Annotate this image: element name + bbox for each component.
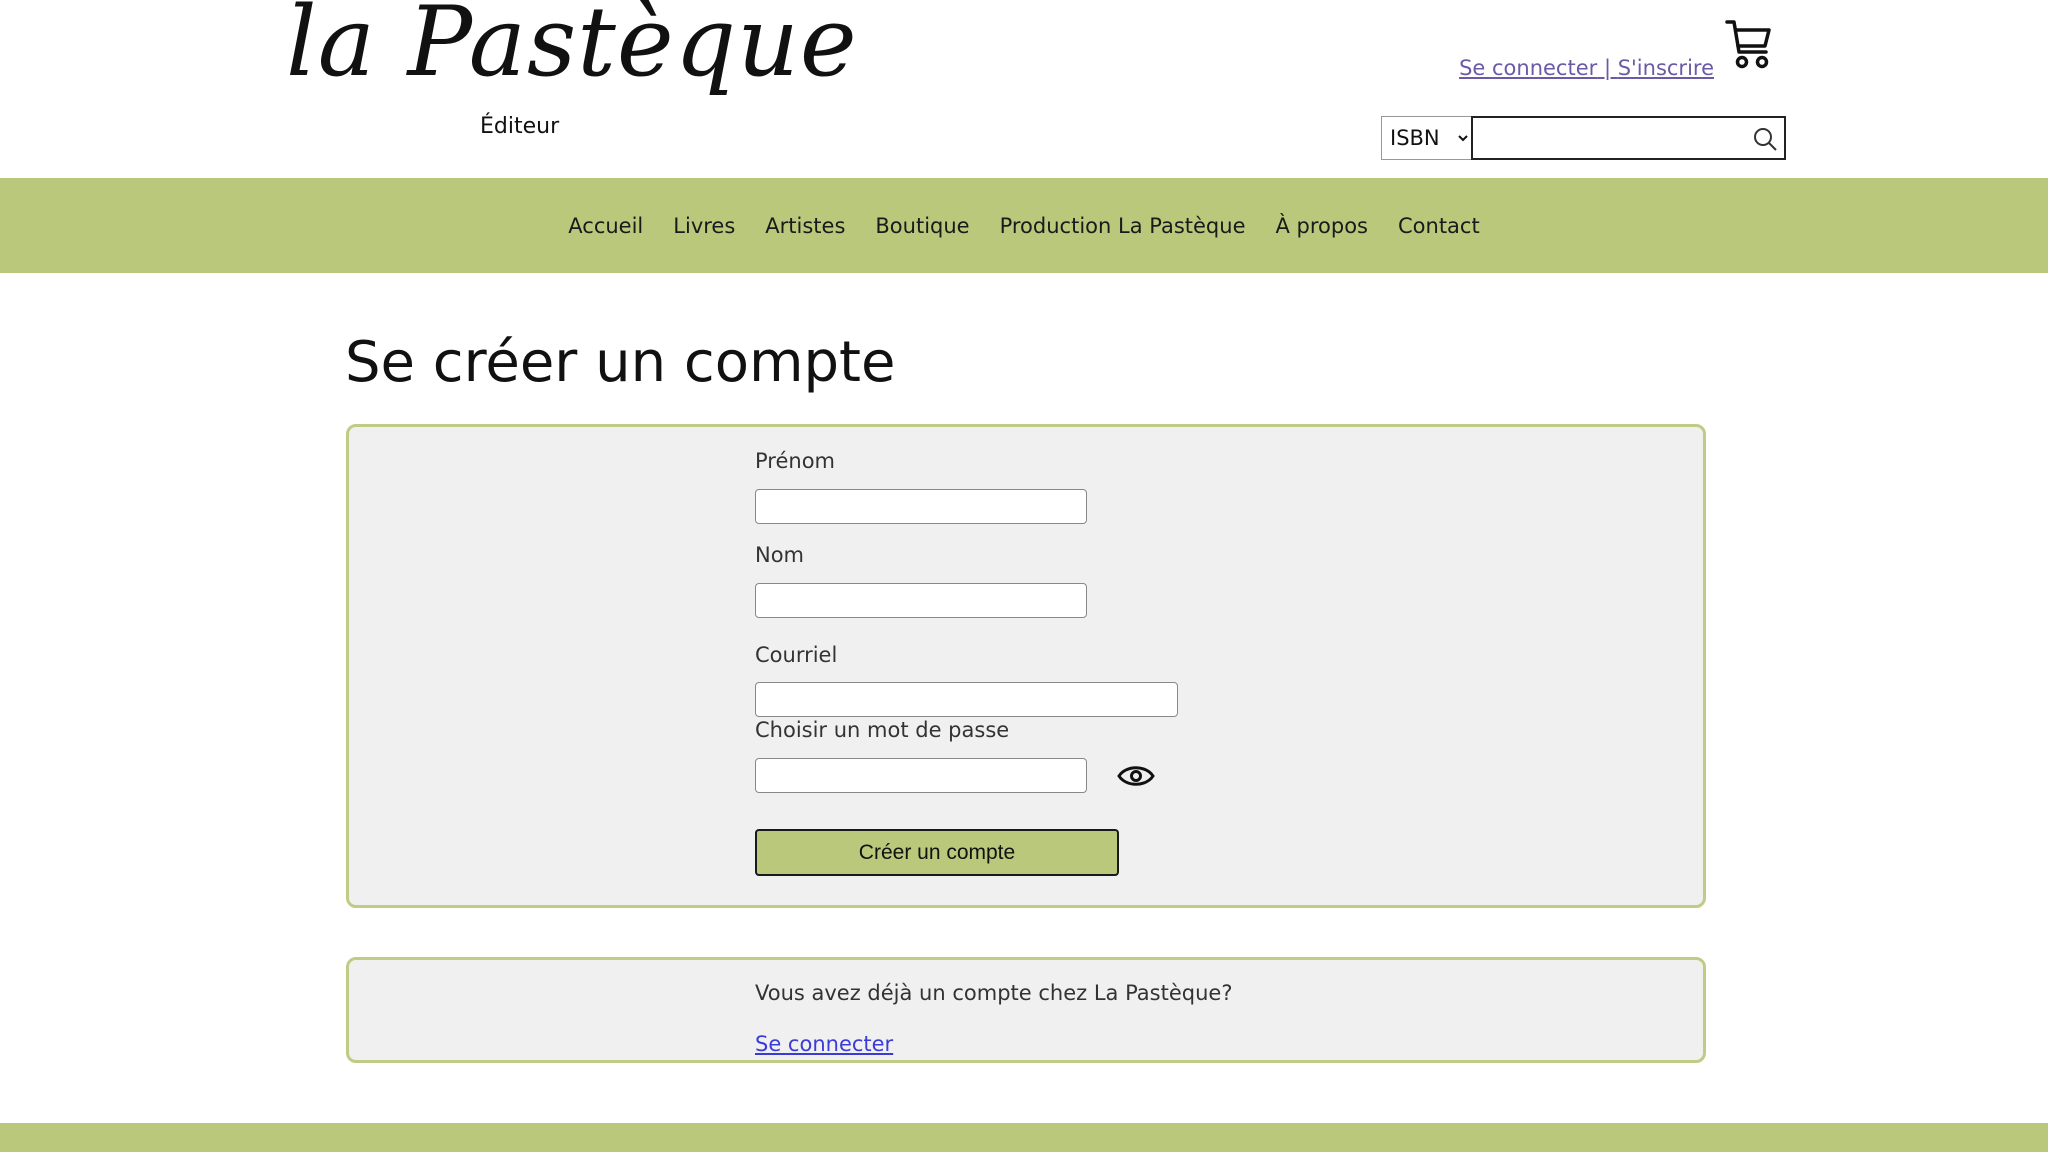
email-label: Courriel — [755, 643, 838, 667]
first-name-label: Prénom — [755, 449, 836, 473]
password-field — [755, 758, 1087, 793]
account-links: Se connecter | S'inscrire — [1459, 56, 1714, 80]
create-account-button[interactable]: Créer un compte — [755, 829, 1119, 876]
password-label: Choisir un mot de passe — [755, 718, 1010, 742]
search-icon[interactable] — [1752, 126, 1778, 152]
signup-link[interactable]: S'inscrire — [1618, 56, 1714, 80]
email-field — [755, 682, 1178, 717]
page-title: Se créer un compte — [345, 330, 896, 395]
nav-item-boutique[interactable]: Boutique — [875, 214, 969, 238]
nav-item-artistes[interactable]: Artistes — [765, 214, 845, 238]
nav-item-contact[interactable]: Contact — [1398, 214, 1480, 238]
account-links-separator: | — [1597, 56, 1618, 80]
first-name-field — [755, 489, 1087, 524]
nav-item-a-propos[interactable]: À propos — [1275, 214, 1368, 238]
logo-subtitle: Éditeur — [480, 114, 560, 139]
main-nav: Accueil Livres Artistes Boutique Product… — [0, 178, 2048, 273]
last-name-field — [755, 583, 1087, 618]
email-input[interactable] — [756, 683, 1177, 716]
panel-login-link[interactable]: Se connecter — [755, 1032, 893, 1056]
footer-band — [0, 1123, 2048, 1152]
nav-item-production[interactable]: Production La Pastèque — [1000, 214, 1246, 238]
nav-item-accueil[interactable]: Accueil — [568, 214, 643, 238]
site-header: la Pastèque Éditeur Se connecter | S'ins… — [0, 0, 2048, 178]
existing-account-text: Vous avez déjà un compte chez La Pastèqu… — [755, 981, 1233, 1005]
login-link[interactable]: Se connecter — [1459, 56, 1597, 80]
site-logo[interactable]: la Pastèque — [286, 0, 858, 98]
search-input[interactable] — [1473, 118, 1784, 158]
last-name-input[interactable] — [756, 584, 1086, 617]
cart-icon[interactable] — [1724, 18, 1774, 70]
first-name-input[interactable] — [756, 490, 1086, 523]
last-name-label: Nom — [755, 543, 805, 567]
search-field — [1471, 116, 1786, 160]
search-bar: ISBN — [1381, 116, 1786, 160]
login-panel — [346, 957, 1706, 1063]
nav-item-livres[interactable]: Livres — [673, 214, 735, 238]
eye-icon[interactable] — [1117, 761, 1155, 791]
password-input[interactable] — [756, 759, 1086, 792]
search-type-select[interactable]: ISBN — [1381, 116, 1471, 160]
